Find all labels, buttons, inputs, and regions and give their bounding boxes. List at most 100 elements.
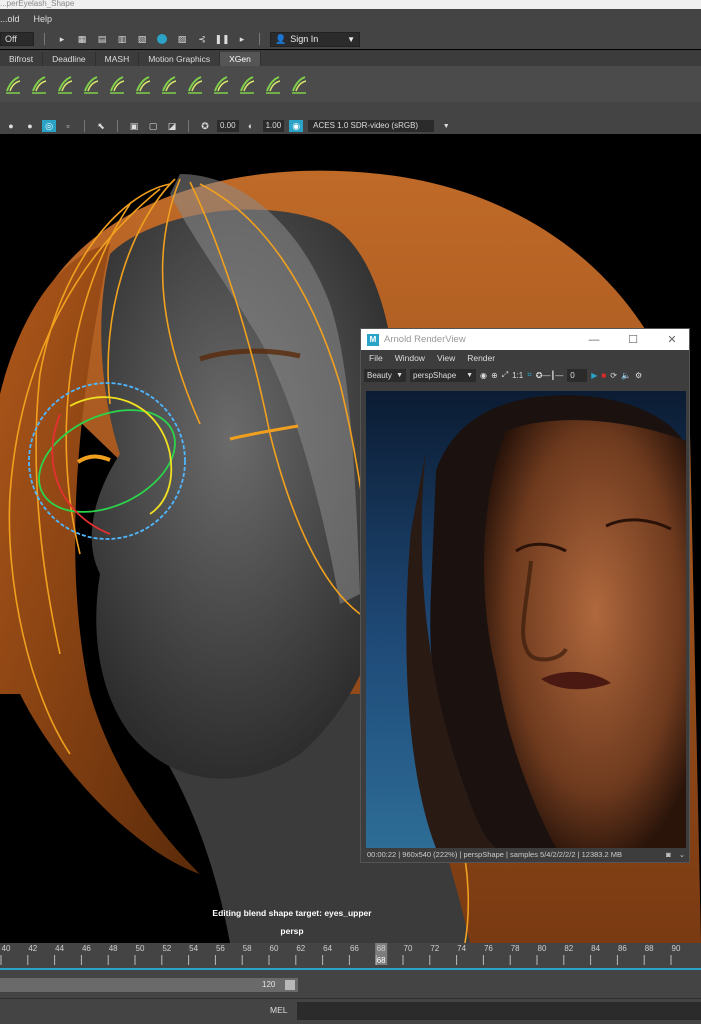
refresh-icon[interactable]: ⟳ [610,371,617,380]
arnold-menu-render[interactable]: Render [467,353,495,363]
xgen-tool-8-icon[interactable] [186,73,204,95]
range-slider[interactable] [0,978,298,992]
arnold-menu-view[interactable]: View [437,353,455,363]
arnold-menu-file[interactable]: File [369,353,383,363]
tab-deadline[interactable]: Deadline [43,52,96,66]
color-management-icon[interactable]: ◉ [289,120,304,132]
command-input[interactable] [297,1002,701,1020]
arnold-status-bar: 00:00:22 | 960x540 (222%) | perspShape |… [367,848,685,860]
xgen-tool-5-icon[interactable] [108,73,126,95]
hud-camera-label: persp [280,926,304,936]
stop-icon[interactable]: ■ [601,371,606,380]
current-frame-label: 68 [377,956,386,965]
tick-label: 54 [189,944,198,953]
ratio-label[interactable]: 1:1 [512,371,523,380]
tab-xgen[interactable]: XGen [220,52,261,66]
xgen-tool-3-icon[interactable] [56,73,74,95]
xgen-tool-10-icon[interactable] [238,73,256,95]
hypershade-icon[interactable] [155,33,169,45]
collapse-icon[interactable]: ▸ [55,33,69,45]
range-slider-bar: 120 [0,973,701,998]
expand-icon[interactable]: ▸ [235,33,249,45]
ipr-render-icon[interactable]: ▥ [115,33,129,45]
pause-icon[interactable]: ❚❚ [214,33,229,45]
safe-action-icon[interactable]: ◪ [165,120,179,132]
tab-bifrost[interactable]: Bifrost [0,52,44,66]
render-sequence-icon[interactable]: ▤ [95,33,109,45]
xgen-tool-11-icon[interactable] [264,73,282,95]
exposure-icon[interactable]: ✪ [198,120,212,132]
select-camera-icon[interactable]: ⬉ [94,120,108,132]
zoom-icon[interactable]: ⤢ [502,370,508,380]
arnold-menu-window[interactable]: Window [395,353,425,363]
render-icon[interactable]: ▶ [591,371,597,380]
tick-label: 58 [243,944,252,953]
time-slider-ticks: 40 42 44 46 48 50 52 54 56 58 60 62 64 66 68 70 72 74 76 78… [0,943,701,970]
aov-dropdown[interactable]: Beauty ▼ [364,368,406,382]
camera-value: perspShape [413,370,457,380]
maximize-icon[interactable]: ☐ [616,333,650,346]
tab-motion-graphics[interactable]: Motion Graphics [139,52,221,66]
command-language-label[interactable]: MEL [270,1005,287,1015]
divider [117,120,118,132]
xgen-shelf [0,66,701,102]
window-title-bar: ...perEyelash_Shape [0,0,701,9]
render-image[interactable] [366,391,686,848]
render-frame-icon[interactable]: ▦ [75,33,89,45]
lighting-icon[interactable]: ● [23,120,37,132]
snapshot-icon[interactable]: ◙ [666,850,671,859]
sound-icon[interactable]: 🔈 [621,371,631,380]
xgen-tool-12-icon[interactable] [290,73,308,95]
range-slider-handle[interactable] [285,980,295,990]
color-picker-icon[interactable]: ⊕ [491,371,498,380]
exposure-wheel-icon[interactable]: ◉ [480,371,487,380]
render-setup-icon[interactable]: ⊰ [195,33,209,45]
time-slider[interactable]: 40 42 44 46 48 50 52 54 56 58 60 62 64 66 68 70 72 74 76 78… [0,943,701,973]
panel-menu-bar [0,102,701,118]
exposure-field[interactable]: 0.00 [217,120,239,132]
symmetry-combo[interactable]: Off [0,32,34,46]
xgen-tool-1-icon[interactable] [4,73,22,95]
region-icon[interactable]: ⌗ [527,370,532,380]
user-icon: 👤 [275,33,287,44]
shading-icon[interactable]: ● [4,120,18,132]
view-transform-dropdown[interactable]: ACES 1.0 SDR-video (sRGB) [308,120,435,132]
exposure-field[interactable]: 0 [567,368,588,382]
tab-mash[interactable]: MASH [96,52,140,66]
xgen-tool-2-icon[interactable] [30,73,48,95]
menu-item-help[interactable]: Help [34,14,53,24]
command-line: MEL [0,998,701,1024]
xgen-tool-7-icon[interactable] [160,73,178,95]
isolate-icon[interactable]: ▫ [61,120,75,132]
xgen-tool-6-icon[interactable] [134,73,152,95]
camera-dropdown[interactable]: perspShape ▼ [410,368,476,382]
chevron-down-icon[interactable]: ▼ [439,120,453,132]
gamma-icon[interactable]: ◐ [244,120,258,132]
xray-icon[interactable]: ◎ [42,120,56,132]
gamma-field[interactable]: 1.00 [262,120,285,132]
exposure-slider-icon[interactable]: ✪—┃— [536,371,564,380]
viewport-toolbar: ● ● ◎ ▫ ⬉ ▣ ▢ ◪ ✪ 0.00 ◐ 1.00 ◉ ACES 1.0… [0,118,701,134]
tick-label: 82 [564,944,573,953]
tick-label: 48 [109,944,118,953]
render-stats: 00:00:22 | 960x540 (222%) | perspShape |… [367,849,623,859]
sign-in-button[interactable]: 👤 Sign In ▼ [270,31,360,47]
render-view-icon[interactable]: ▨ [175,33,189,45]
status-line: Off ▸ ▦ ▤ ▥ ▧ ▨ ⊰ ❚❚ ▸ 👤 Sign In ▼ [0,29,701,49]
render-settings-icon[interactable]: ▧ [135,33,149,45]
chevron-down-icon: ▼ [466,371,473,379]
resolution-gate-icon[interactable]: ▢ [146,120,160,132]
divider [44,33,45,45]
menu-item-old[interactable]: ...old [0,14,20,24]
film-gate-icon[interactable]: ▣ [127,120,141,132]
xgen-tool-4-icon[interactable] [82,73,100,95]
settings-gear-icon[interactable]: ⚙ [635,371,642,380]
tick-label: 68 [377,944,386,953]
xgen-tool-9-icon[interactable] [212,73,230,95]
chevron-down-icon[interactable]: ⌄ [679,850,685,859]
arnold-title-bar[interactable]: M Arnold RenderView — ☐ ✕ [361,329,689,350]
minimize-icon[interactable]: — [577,334,611,346]
tick-label: 42 [28,944,37,953]
close-icon[interactable]: ✕ [655,333,689,346]
divider [84,120,85,132]
